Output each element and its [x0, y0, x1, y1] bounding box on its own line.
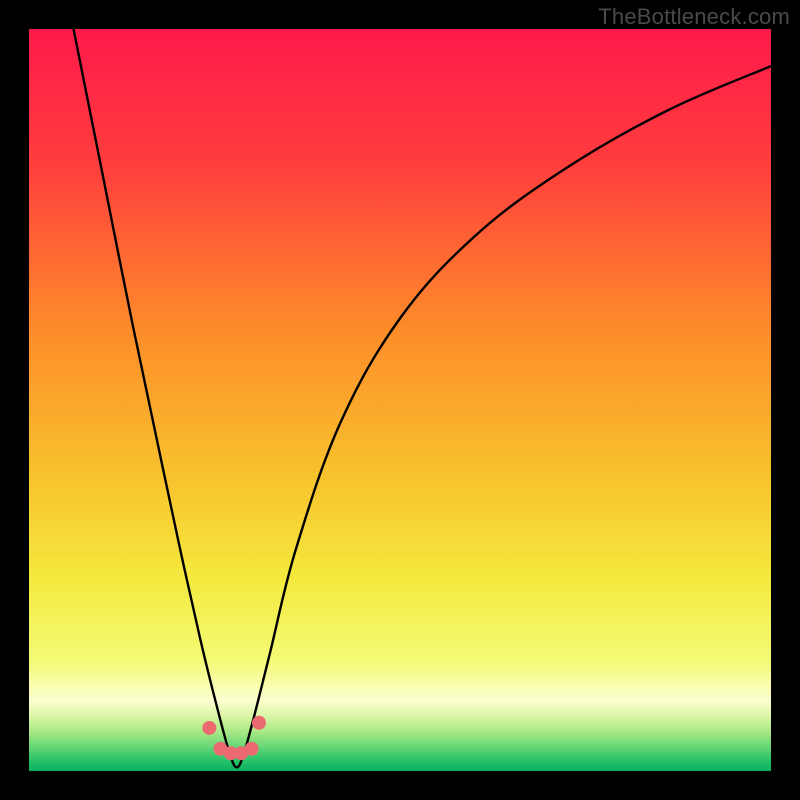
marker-dot [202, 721, 216, 735]
plot-area [29, 29, 771, 771]
watermark-text: TheBottleneck.com [598, 4, 790, 30]
chart-svg [29, 29, 771, 771]
gradient-background [29, 29, 771, 771]
marker-dot [245, 742, 259, 756]
marker-dot [252, 716, 266, 730]
chart-stage: TheBottleneck.com [0, 0, 800, 800]
